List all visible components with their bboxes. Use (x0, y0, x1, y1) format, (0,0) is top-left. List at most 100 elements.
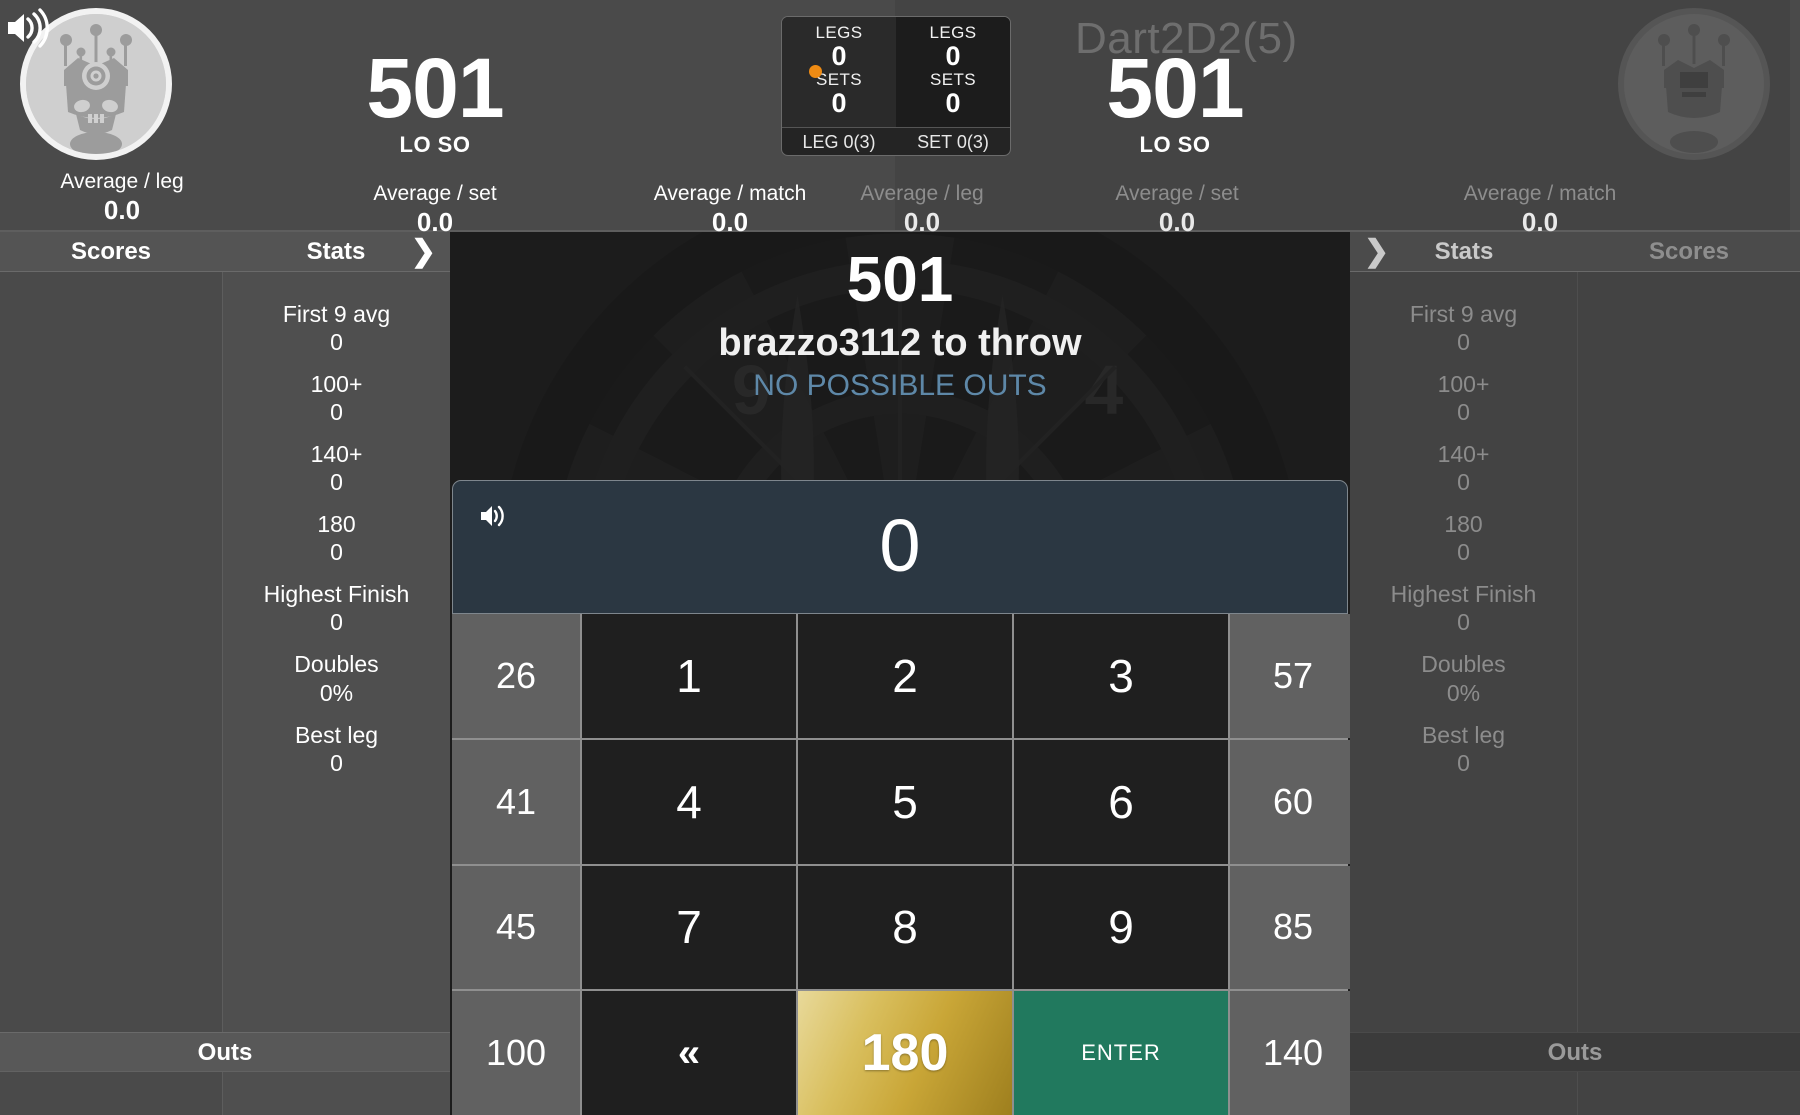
stat-value: 0 (1457, 329, 1470, 356)
chevron-right-icon[interactable]: ❯ (411, 232, 436, 272)
left-legs-label: LEGS (815, 23, 863, 42)
right-tab-row: Stats ❯ Scores (1350, 232, 1800, 272)
stat-item-140: 140+ 0 (223, 440, 450, 496)
key-2-button[interactable]: 2 (798, 614, 1012, 738)
stat-value: 0 (330, 329, 343, 356)
speaker-icon[interactable] (4, 8, 50, 48)
stat-label: First 9 avg (1409, 301, 1518, 327)
key-57-button[interactable]: 57 (1230, 614, 1350, 738)
score-input-value: 0 (879, 504, 921, 587)
center-score: 501 (846, 243, 954, 315)
left-tab-row: Scores Stats ❯ (0, 232, 450, 272)
center-outs-text: NO POSSIBLE OUTS (753, 368, 1047, 402)
left-score: 501 (366, 41, 504, 135)
set-footer[interactable]: SET 0(3) (896, 128, 1010, 155)
legs-sets-panel[interactable]: LEGS 0 SETS 0 LEGS 0 SETS 0 LEG 0(3) SET… (781, 16, 1011, 156)
stat-label: Highest Finish (263, 581, 410, 608)
chevron-right-icon-right[interactable]: ❯ (1364, 232, 1389, 272)
center-turn-text: brazzo3112 to throw (718, 322, 1082, 365)
avatar-right[interactable] (1618, 8, 1770, 160)
leg-footer[interactable]: LEG 0(3) (782, 128, 896, 155)
stat-label: 140+ (1437, 441, 1490, 468)
stat-item-180: 180 0 (223, 510, 450, 566)
outs-bar-right[interactable]: Outs (1350, 1032, 1800, 1072)
key-7-button[interactable]: 7 (582, 865, 796, 990)
stat-value: 0 (330, 609, 343, 636)
score-input-display[interactable]: 0 (452, 480, 1348, 614)
tab-stats-left[interactable]: Stats ❯ (222, 232, 450, 272)
legs-sets-right: LEGS 0 SETS 0 (896, 17, 1010, 127)
key-41-button[interactable]: 41 (452, 739, 580, 864)
legs-sets-left: LEGS 0 SETS 0 (782, 17, 896, 127)
right-avg-match-label: Average / match (1463, 182, 1617, 205)
stat-item-highest-finish: Highest Finish 0 (1350, 580, 1577, 636)
left-sets-value: 0 (831, 88, 847, 118)
stat-value: 0 (330, 749, 343, 776)
left-avg-match-label: Average / match (653, 182, 807, 205)
stat-value: 0 (330, 399, 343, 426)
key-140-button[interactable]: 140 (1230, 991, 1350, 1115)
right-legs-value: 0 (945, 41, 961, 71)
key-3-button[interactable]: 3 (1014, 614, 1228, 738)
right-avg-set-label: Average / set (1115, 182, 1239, 205)
right-sets-value: 0 (945, 88, 961, 118)
right-score-block: 501 LO SO (1075, 46, 1275, 158)
darts-scoreboard-app: Average / leg 0.0 501 LO SO Average / se… (0, 0, 1800, 1115)
right-scores-column[interactable] (1578, 272, 1800, 1115)
key-85-button[interactable]: 85 (1230, 865, 1350, 990)
stat-label: First 9 avg (282, 301, 391, 327)
key-5-button[interactable]: 5 (798, 739, 1012, 864)
top-bar: Average / leg 0.0 501 LO SO Average / se… (0, 0, 1800, 237)
stat-item-100: 100+ 0 (1350, 370, 1577, 426)
speaker-icon-input[interactable] (479, 503, 509, 529)
backspace-button[interactable]: « (582, 991, 796, 1115)
key-4-button[interactable]: 4 (582, 739, 796, 864)
stat-label: 100+ (310, 371, 363, 398)
key-60-button[interactable]: 60 (1230, 739, 1350, 864)
stat-label: Highest Finish (1390, 581, 1537, 608)
key-45-button[interactable]: 45 (452, 865, 580, 990)
outs-bar-left[interactable]: Outs (0, 1032, 450, 1072)
center-headline: 501 brazzo3112 to throw NO POSSIBLE OUTS (450, 232, 1350, 404)
left-scores-column[interactable] (0, 272, 222, 1115)
stat-item-first-9-avg: First 9 avg 0 (1350, 300, 1577, 356)
player-right-panel: Dart2D2(5) 501 LO SO Average / leg 0.0 A… (860, 0, 1790, 237)
stat-item-doubles: Doubles 0% (223, 650, 450, 706)
key-26-button[interactable]: 26 (452, 614, 580, 738)
stat-item-first-9-avg: First 9 avg 0 (223, 300, 450, 356)
left-avg-leg-value: 0.0 (103, 194, 141, 225)
stat-value: 0 (1457, 539, 1470, 566)
stat-value: 0 (1457, 399, 1470, 426)
tab-stats-right[interactable]: Stats ❯ (1350, 232, 1578, 272)
stat-value: 0 (1457, 749, 1470, 776)
key-100-button[interactable]: 100 (452, 991, 580, 1115)
stat-label: Doubles (294, 651, 379, 678)
left-stats-column: First 9 avg 0 100+ 0 140+ 0 180 0 Highest Finish… (222, 272, 450, 1115)
stat-label: 100+ (1437, 371, 1490, 398)
tab-scores-left[interactable]: Scores (0, 232, 222, 272)
key-6-button[interactable]: 6 (1014, 739, 1228, 864)
key-1-button[interactable]: 1 (582, 614, 796, 738)
right-avg-set: Average / set 0.0 (1077, 182, 1277, 237)
stat-label: 180 (317, 511, 356, 538)
left-legs-value: 0 (831, 41, 847, 71)
left-avg-set-label: Average / set (373, 182, 497, 205)
right-avg-match: Average / match 0.0 (1440, 182, 1640, 237)
left-mode: LO SO (399, 131, 471, 157)
key-180-button[interactable]: 180 (798, 991, 1012, 1115)
left-avg-set: Average / set 0.0 (335, 182, 535, 237)
tab-scores-right[interactable]: Scores (1578, 232, 1800, 272)
left-avg-leg-label: Average / leg (60, 170, 184, 193)
key-9-button[interactable]: 9 (1014, 865, 1228, 990)
left-avg-leg: Average / leg 0.0 (22, 170, 222, 225)
stat-value: 0 (1457, 469, 1470, 496)
stat-value: 0% (1446, 679, 1481, 706)
right-stats-column: First 9 avg 0 100+ 0 140+ 0 180 0 Highest Finish… (1350, 272, 1578, 1115)
right-legs-label: LEGS (929, 23, 977, 42)
enter-button[interactable]: ENTER (1014, 991, 1228, 1115)
stat-item-180: 180 0 (1350, 510, 1577, 566)
key-8-button[interactable]: 8 (798, 865, 1012, 990)
stat-item-highest-finish: Highest Finish 0 (223, 580, 450, 636)
stat-label: Best leg (294, 721, 379, 748)
stat-value: 0 (330, 539, 343, 566)
